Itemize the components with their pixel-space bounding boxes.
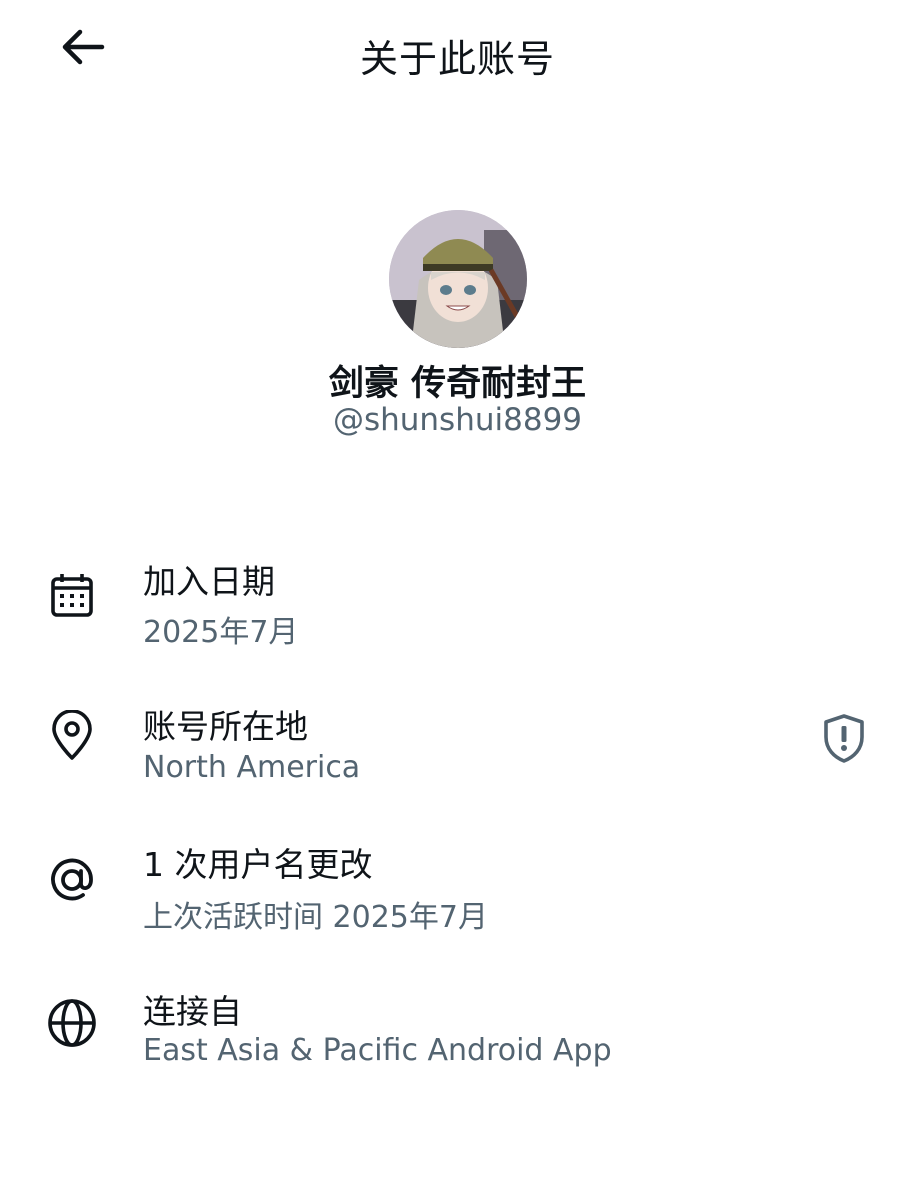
- info-row-account-location: 账号所在地 North America: [0, 690, 915, 800]
- about-account-page: 关于此账号 剑豪 传奇耐封王 @shunshui8899 加入日期 2025年7…: [0, 0, 915, 1200]
- display-name: 剑豪 传奇耐封王: [328, 364, 587, 404]
- avatar[interactable]: [389, 210, 527, 348]
- row-value: North America: [143, 750, 361, 785]
- info-row-username-changes: 1 次用户名更改 上次活跃时间 2025年7月: [0, 830, 915, 940]
- row-value: 2025年7月: [143, 615, 299, 650]
- info-row-connected-from: 连接自 East Asia & Pacific Android App: [0, 975, 915, 1085]
- page-title: 关于此账号: [359, 37, 555, 81]
- row-label: 加入日期: [143, 562, 275, 601]
- info-row-join-date: 加入日期 2025年7月: [0, 545, 915, 655]
- location-pin-icon: [44, 708, 100, 764]
- at-sign-icon: [44, 852, 100, 908]
- row-label: 账号所在地: [143, 707, 308, 746]
- shield-alert-icon: [824, 714, 864, 763]
- row-label: 1 次用户名更改: [143, 845, 373, 884]
- row-value: 上次活跃时间 2025年7月: [143, 900, 488, 935]
- row-value: East Asia & Pacific Android App: [143, 1033, 612, 1068]
- row-label: 连接自: [143, 992, 242, 1031]
- header: 关于此账号: [0, 0, 915, 100]
- location-info-button[interactable]: [816, 710, 872, 766]
- avatar-image: [389, 210, 527, 348]
- username-handle: @shunshui8899: [332, 402, 583, 438]
- globe-icon: [44, 995, 100, 1051]
- calendar-icon: [44, 567, 100, 623]
